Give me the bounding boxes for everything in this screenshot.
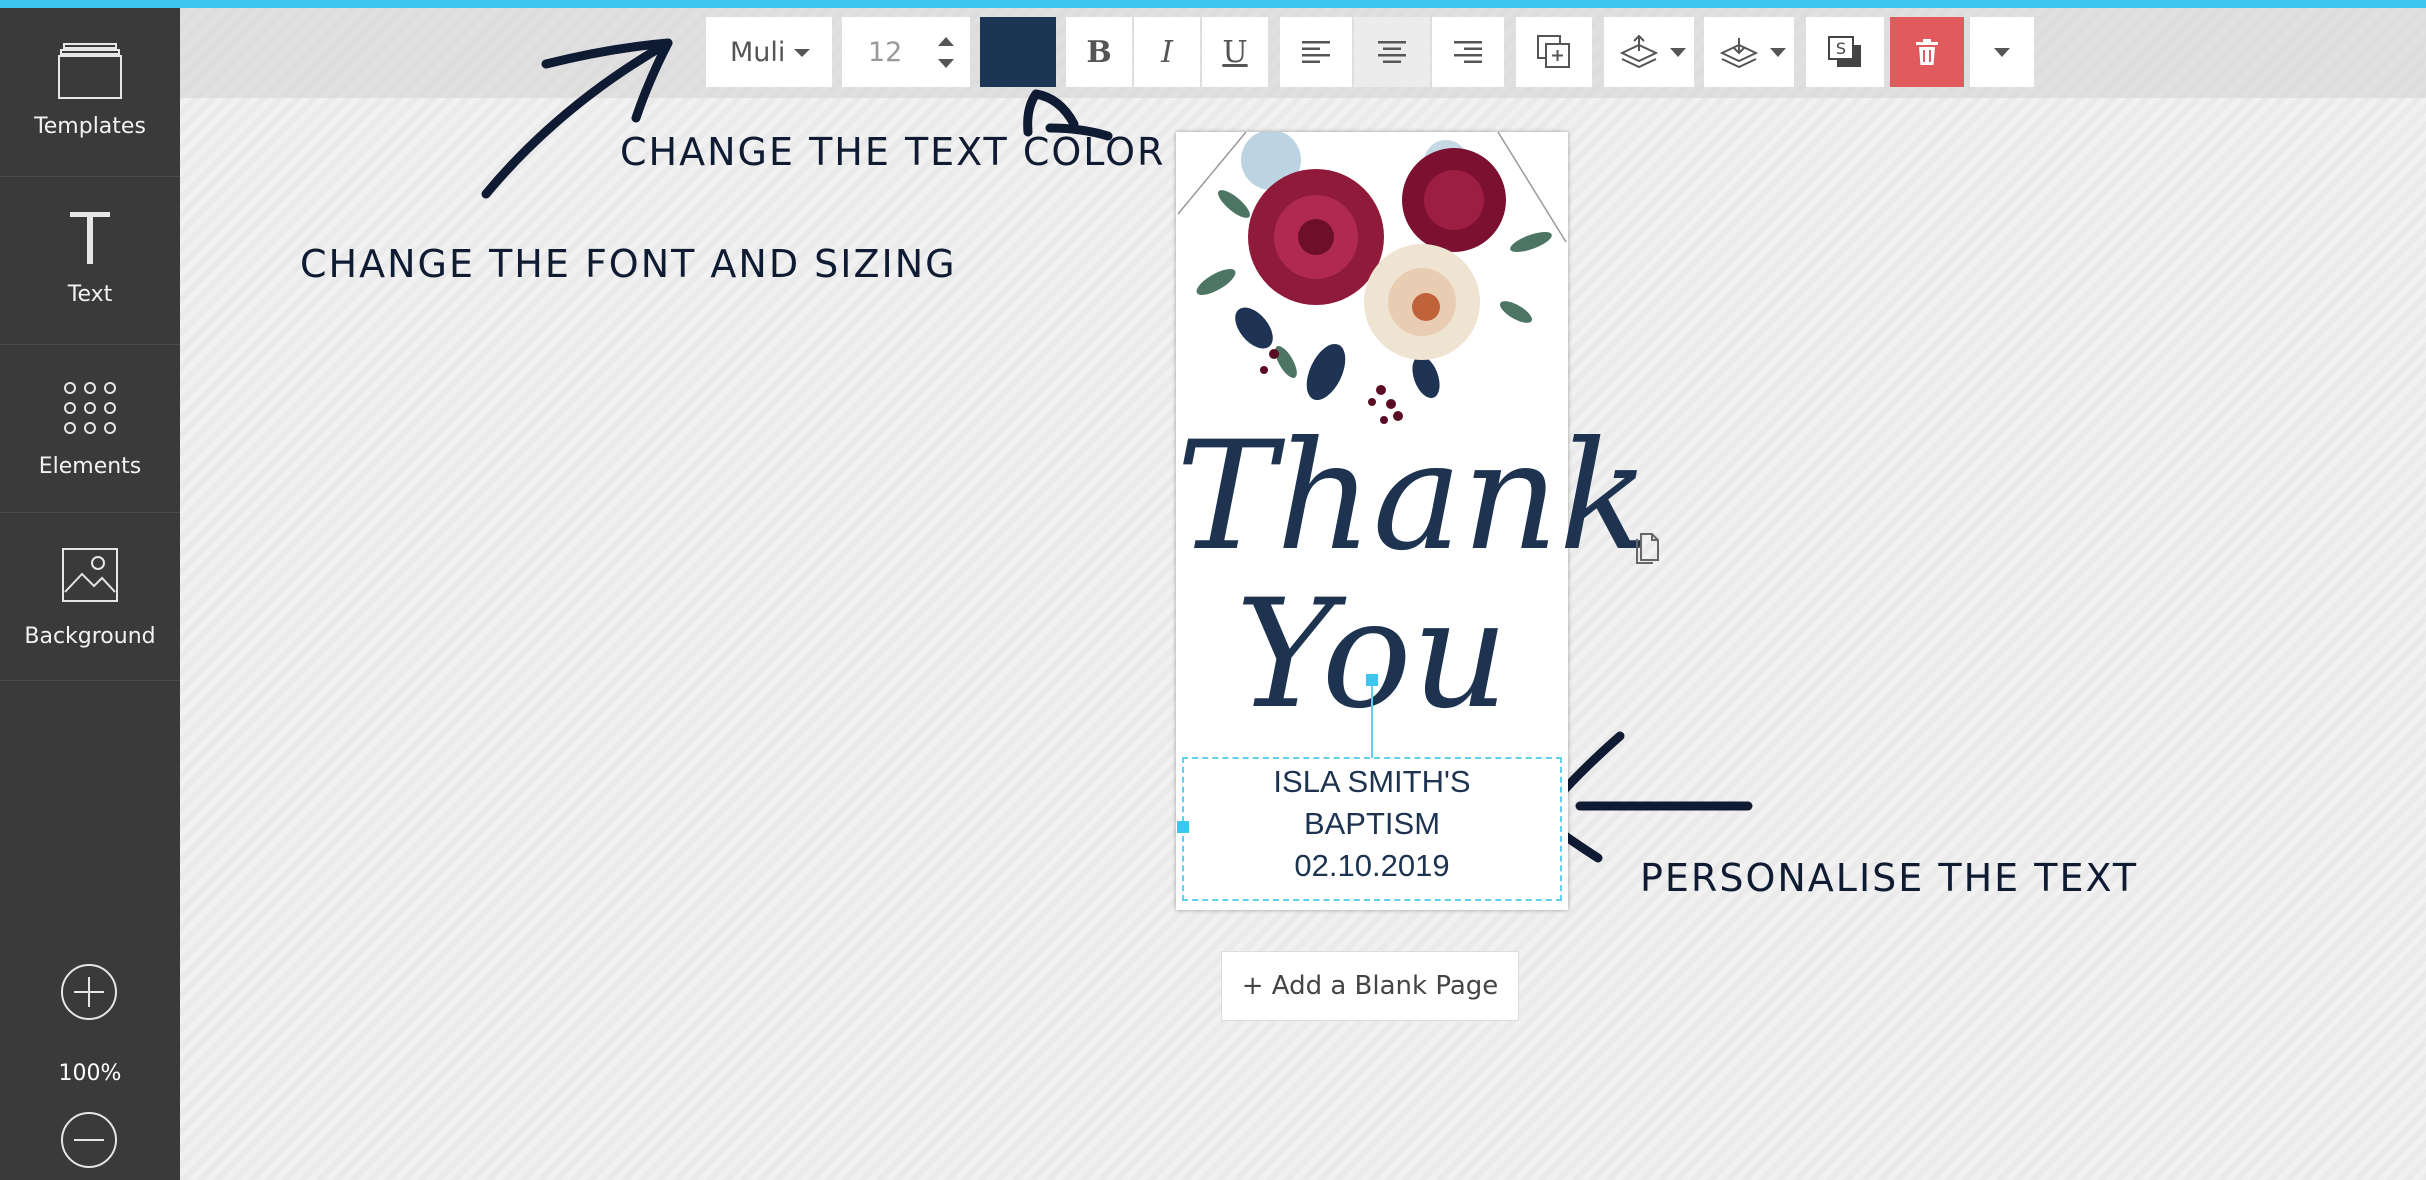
annotation-change-color: CHANGE THE TEXT COLOR — [620, 130, 1166, 174]
rotate-handle[interactable] — [1366, 674, 1378, 686]
align-right-button[interactable] — [1432, 17, 1504, 87]
chevron-down-icon[interactable] — [1770, 48, 1786, 57]
align-left-icon — [1302, 41, 1330, 63]
more-options-button[interactable] — [1970, 17, 2034, 87]
sidebar-item-label: Background — [24, 624, 156, 649]
bring-forward-icon — [1620, 35, 1658, 69]
text-line-date[interactable]: 02.10.2019 — [1176, 848, 1568, 884]
chevron-down-icon — [794, 49, 810, 57]
thank-text[interactable]: Thank — [1176, 422, 1650, 572]
zoom-level: 100% — [58, 1061, 122, 1086]
sidebar-item-label: Elements — [38, 454, 142, 479]
font-family-dropdown[interactable]: Muli — [706, 17, 832, 87]
duplicate-button[interactable] — [1516, 17, 1592, 87]
align-center-button[interactable] — [1354, 17, 1430, 87]
font-family-value: Muli — [730, 36, 786, 68]
text-color-button[interactable] — [980, 17, 1056, 87]
left-sidebar: Templates Text Elements Background 100% — [0, 8, 180, 1180]
send-backward-button[interactable] — [1704, 17, 1794, 87]
annotation-personalise: PERSONALISE THE TEXT — [1640, 856, 2139, 900]
trash-icon — [1916, 39, 1938, 65]
sidebar-item-text[interactable]: Text — [0, 176, 180, 345]
design-page[interactable]: Thank You ISLA SMITH'S BAPTISM 02.10.201… — [1176, 132, 1650, 910]
svg-text:S: S — [1836, 39, 1846, 58]
zoom-out-button[interactable] — [61, 1112, 117, 1168]
elements-icon — [64, 382, 116, 434]
sidebar-item-label: Templates — [34, 114, 146, 139]
add-blank-page-button[interactable]: + Add a Blank Page — [1221, 951, 1519, 1021]
bold-button[interactable]: B — [1066, 17, 1132, 87]
floral-illustration — [1177, 132, 1567, 424]
templates-icon — [58, 43, 122, 99]
align-right-icon — [1454, 41, 1482, 63]
paste-icon[interactable] — [1632, 530, 1664, 564]
chevron-down-icon — [1994, 47, 2010, 57]
top-accent-line — [0, 0, 2426, 8]
text-icon — [70, 212, 110, 264]
send-backward-icon — [1720, 38, 1758, 69]
italic-button[interactable]: I — [1134, 17, 1200, 87]
sidebar-item-label: Text — [67, 282, 113, 307]
delete-button[interactable] — [1890, 17, 1964, 87]
zoom-in-button[interactable] — [61, 964, 117, 1020]
background-icon — [62, 548, 118, 602]
sidebar-item-templates[interactable]: Templates — [0, 8, 180, 177]
font-size-stepper[interactable]: 12 — [842, 17, 970, 87]
align-center-icon — [1378, 41, 1406, 63]
increase-size-icon[interactable] — [938, 37, 954, 46]
text-line-name[interactable]: ISLA SMITH'S — [1176, 764, 1568, 800]
sidebar-item-background[interactable]: Background — [0, 512, 180, 681]
annotation-change-font: CHANGE THE FONT AND SIZING — [300, 242, 957, 286]
shadow-icon: S — [1828, 36, 1861, 67]
chevron-down-icon[interactable] — [1670, 48, 1686, 57]
sidebar-item-elements[interactable]: Elements — [0, 344, 180, 513]
decrease-size-icon[interactable] — [938, 59, 954, 68]
align-left-button[interactable] — [1280, 17, 1352, 87]
underline-button[interactable]: U — [1202, 17, 1268, 87]
text-line-event[interactable]: BAPTISM — [1176, 806, 1568, 842]
font-size-value: 12 — [868, 36, 903, 68]
duplicate-icon — [1537, 35, 1570, 68]
text-shadow-button[interactable]: S — [1806, 17, 1884, 87]
rotate-handle-line — [1371, 680, 1373, 758]
bring-forward-button[interactable] — [1604, 17, 1694, 87]
